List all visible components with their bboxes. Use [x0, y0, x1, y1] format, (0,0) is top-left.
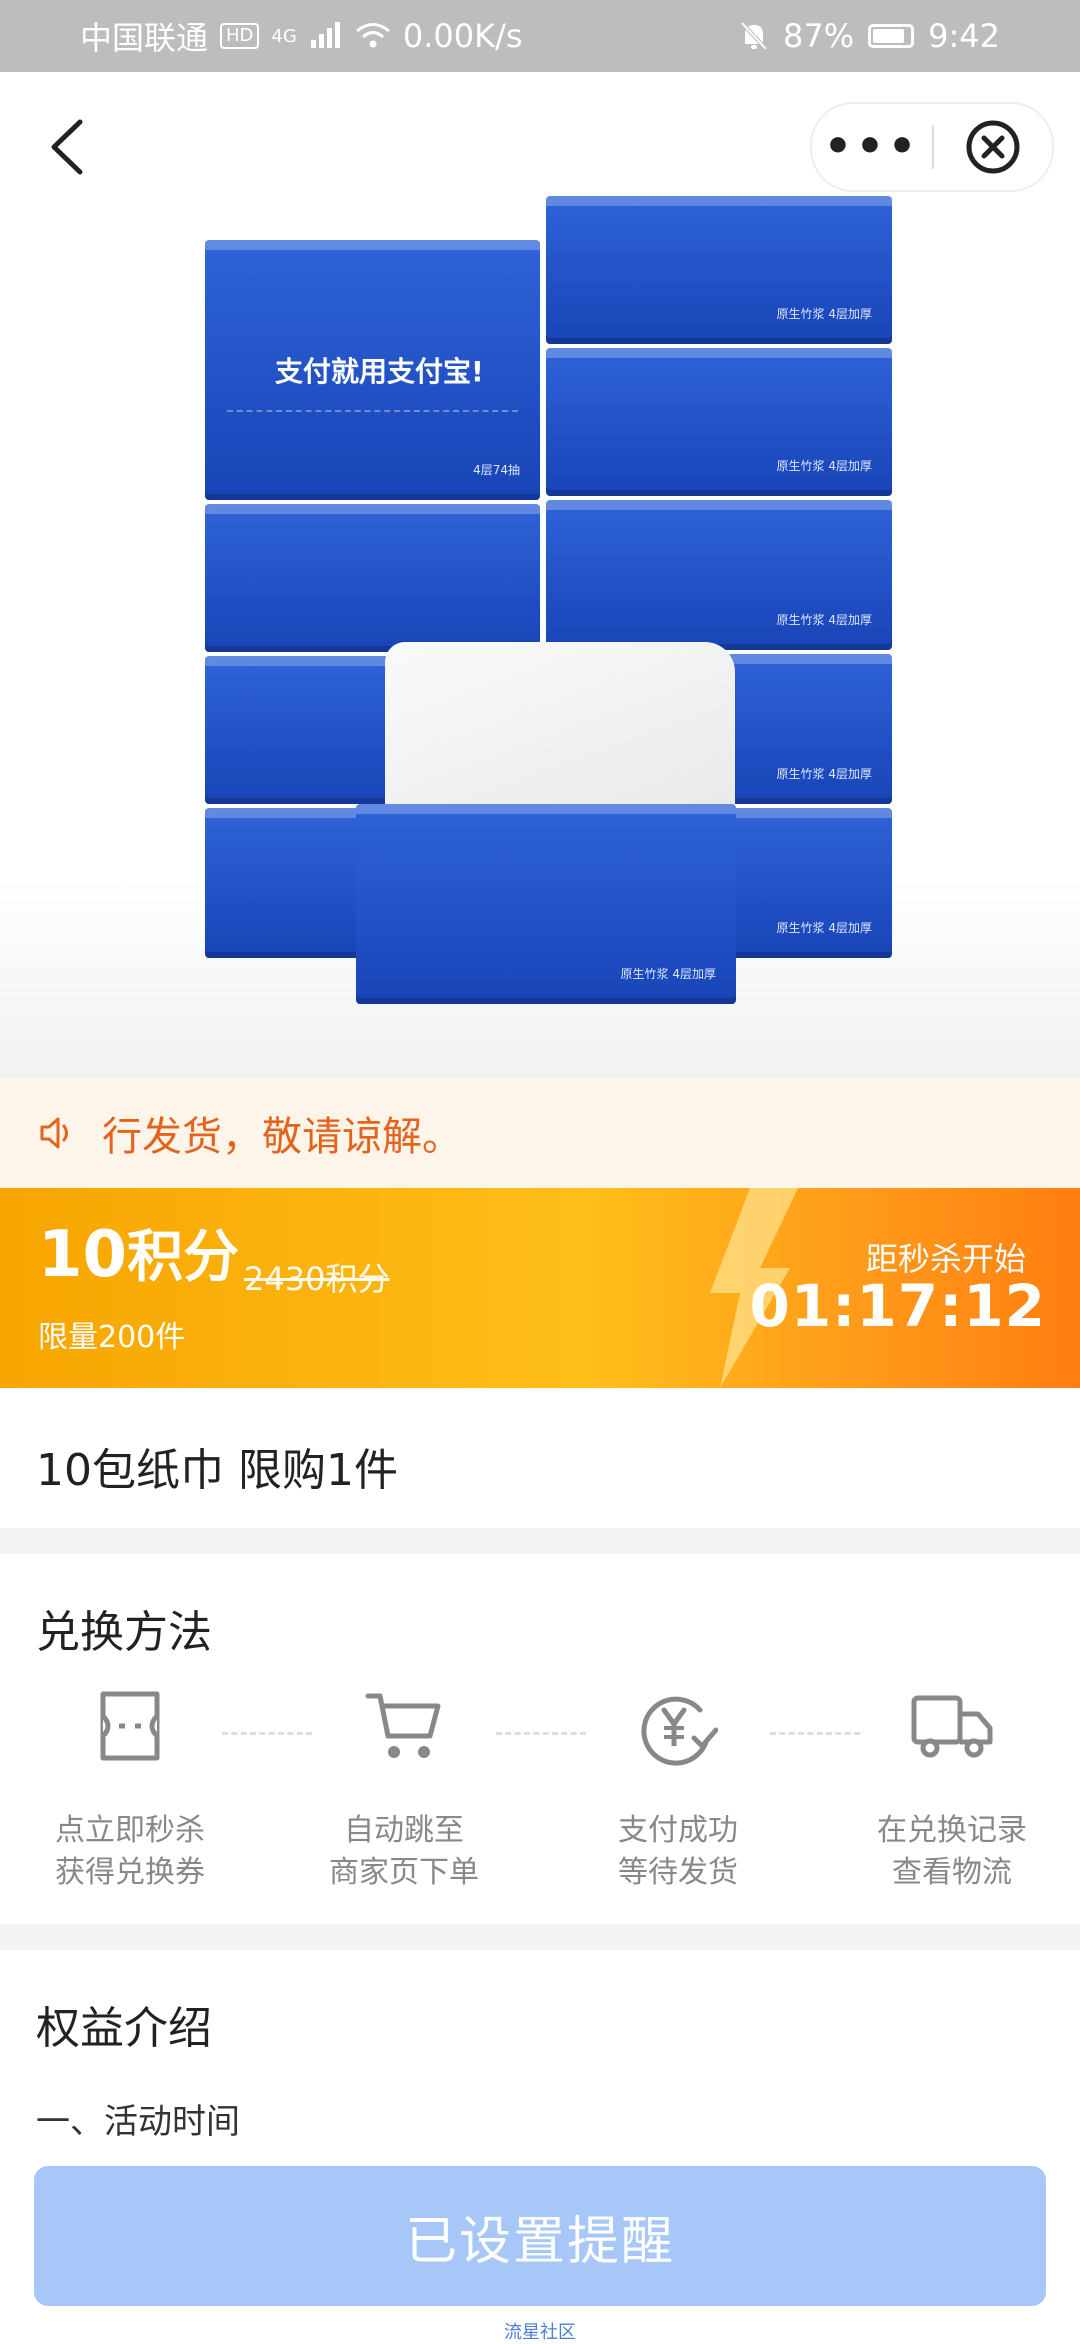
- product-image: 支付就用支付宝! 4层74抽 原生竹浆 4层加厚 原生竹浆 4层加厚 原生竹浆 …: [0, 72, 1080, 1078]
- stock-limit: 限量200件: [38, 1320, 186, 1355]
- step-line: 在兑换记录: [877, 1813, 1027, 1848]
- pack-slogan: 支付就用支付宝!: [275, 355, 484, 388]
- tissue-pack: 原生竹浆 4层加厚: [546, 500, 892, 650]
- network-type-label: 4G: [271, 25, 297, 47]
- watermark: 流星社区: [504, 2322, 576, 2343]
- section-divider: [0, 1924, 1080, 1950]
- step-line: 支付成功: [618, 1813, 738, 1848]
- section-divider: [0, 1528, 1080, 1554]
- step-get-coupon: 点立即秒杀 获得兑换券: [10, 1690, 250, 1894]
- ticket-icon: [100, 1691, 160, 1761]
- activity-time-heading: 一、活动时间: [36, 2102, 240, 2142]
- step-checkout: 自动跳至 商家页下单: [284, 1690, 524, 1894]
- speaker-icon: [40, 1117, 68, 1149]
- tissue-pack: [205, 504, 540, 652]
- pack-label: 原生竹浆 4层加厚: [776, 613, 872, 627]
- exchange-title: 兑换方法: [36, 1607, 212, 1658]
- truck-icon: [911, 1695, 993, 1758]
- sale-price: 10积分: [38, 1212, 239, 1293]
- hd-icon: HD: [220, 23, 260, 49]
- step-logistics: 在兑换记录 查看物流: [832, 1690, 1072, 1894]
- notice-bar: 行发货，敬请谅解。: [0, 1078, 1080, 1188]
- pack-label: 原生竹浆 4层加厚: [776, 459, 872, 473]
- flash-sale-banner: 10积分 2430积分 限量200件 距秒杀开始 01:17:12: [0, 1188, 1080, 1388]
- mini-program-capsule: •••: [810, 102, 1054, 192]
- tissue-pack: 原生竹浆 4层加厚: [546, 196, 892, 344]
- pack-label: 原生竹浆 4层加厚: [776, 767, 872, 781]
- step-payment: 支付成功 等待发货: [558, 1690, 798, 1894]
- step-line: 点立即秒杀: [55, 1813, 205, 1848]
- battery-percent: 87%: [783, 17, 855, 55]
- open-tissue-pack: 原生竹浆 4层加厚: [356, 804, 736, 1004]
- more-icon[interactable]: •••: [812, 125, 932, 169]
- pack-label: 原生竹浆 4层加厚: [776, 921, 872, 935]
- original-price: 2430积分: [244, 1260, 390, 1298]
- tissue-pack: 支付就用支付宝! 4层74抽: [205, 240, 540, 500]
- notice-text: 行发货，敬请谅解。: [102, 1114, 462, 1160]
- step-line: 商家页下单: [329, 1855, 479, 1890]
- mute-bell-icon: [740, 21, 768, 51]
- cart-icon: [365, 1693, 441, 1758]
- price-value: 10: [38, 1218, 128, 1292]
- price-unit: 积分: [127, 1225, 240, 1290]
- benefits-title: 权益介绍: [36, 2003, 212, 2054]
- step-line: 查看物流: [892, 1855, 1012, 1890]
- status-bar: 中国联通 HD 4G 0.00K/s 87% 9:42: [0, 0, 1080, 72]
- close-button[interactable]: [934, 119, 1052, 175]
- step-line: 等待发货: [618, 1855, 738, 1890]
- product-title: 10包纸巾 限购1件: [36, 1445, 398, 1496]
- tissue-pack: 原生竹浆 4层加厚: [546, 348, 892, 496]
- close-icon: [966, 120, 1020, 174]
- wifi-icon: [355, 23, 390, 48]
- reminder-set-button[interactable]: 已设置提醒: [34, 2166, 1046, 2306]
- yuan-check-icon: [641, 1696, 718, 1766]
- signal-icon: [310, 22, 340, 48]
- pack-label: 4层74抽: [473, 463, 520, 477]
- product-title-section: 10包纸巾 限购1件: [0, 1388, 1080, 1528]
- back-arrow-icon[interactable]: [40, 112, 100, 182]
- pack-label: 原生竹浆 4层加厚: [776, 307, 872, 321]
- carrier-label: 中国联通: [80, 19, 209, 57]
- pack-label: 原生竹浆 4层加厚: [620, 967, 716, 981]
- step-line: 自动跳至: [344, 1813, 464, 1848]
- network-speed: 0.00K/s: [402, 17, 523, 55]
- countdown-timer: 01:17:12: [749, 1272, 1046, 1340]
- battery-icon: [868, 24, 915, 48]
- clock: 9:42: [928, 17, 1000, 55]
- step-line: 获得兑换券: [55, 1855, 205, 1890]
